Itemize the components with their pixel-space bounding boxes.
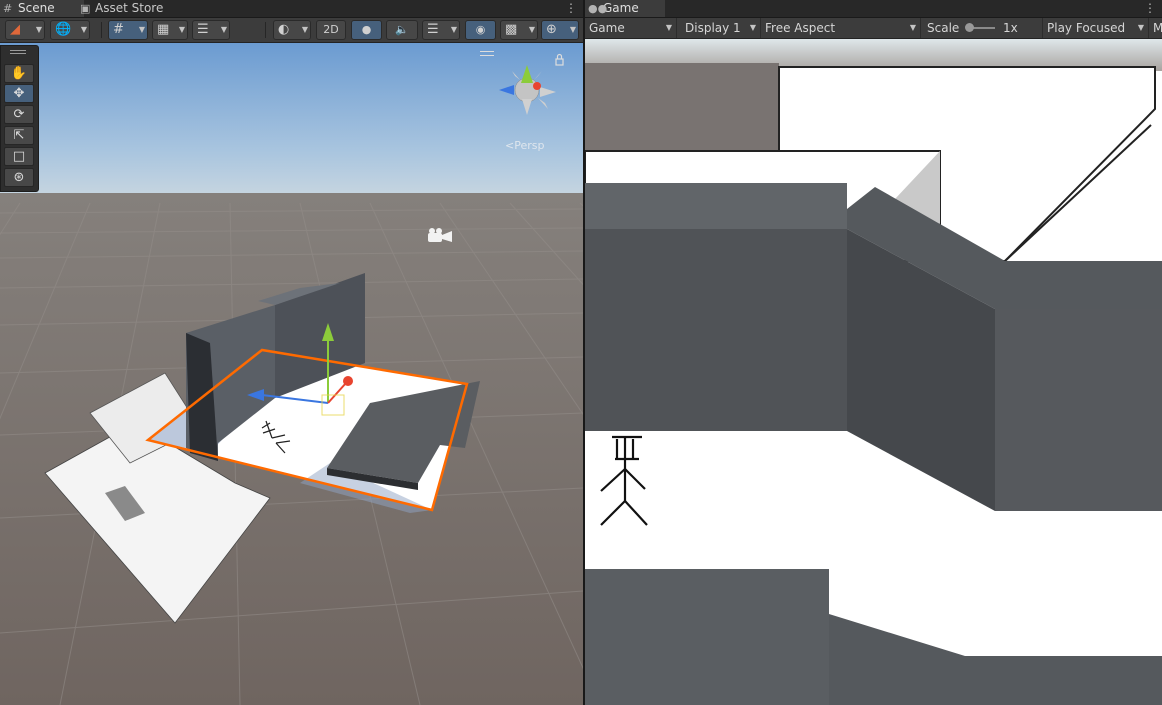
gizmo-globe-icon: ⊕ xyxy=(546,22,557,37)
drag-handle-icon[interactable] xyxy=(10,50,26,54)
grid-snap-toggle[interactable]: # ▼ xyxy=(108,20,148,40)
rotate-icon: ⟳ xyxy=(13,107,25,122)
game-tabbar: ●● Game ⋮ xyxy=(585,0,1162,18)
game-ground xyxy=(585,63,779,153)
eye-slash-icon: ◉ xyxy=(475,23,486,36)
overlay-drag-handle-icon[interactable] xyxy=(480,51,494,56)
rect-tool-button[interactable]: □ xyxy=(4,147,34,166)
rect-icon: □ xyxy=(12,149,26,164)
grid-hash-icon: # xyxy=(3,2,13,15)
globe-icon: 🌐 xyxy=(55,22,72,37)
scale-label: Scale xyxy=(927,21,960,35)
grid-visibility-dropdown[interactable]: ▦ ▼ xyxy=(152,20,188,40)
game-view-dropdown[interactable]: Game ▼ xyxy=(585,18,677,38)
more-options-icon[interactable]: ⋮ xyxy=(565,0,577,17)
lighting-toggle[interactable]: ● xyxy=(351,20,382,40)
game-dark-wall-right[interactable] xyxy=(995,309,1162,511)
tab-asset-store[interactable]: ▣ Asset Store xyxy=(77,0,187,17)
projection-label[interactable]: <Persp xyxy=(505,139,544,152)
gamepad-icon: ●● xyxy=(588,2,608,15)
scale-icon: ⇱ xyxy=(13,128,25,143)
game-panel: ●● Game ⋮ Game ▼ Display 1 ▼ Free Aspect ▼ … xyxy=(585,0,1162,705)
shopping-bag-icon: ▣ xyxy=(80,2,91,15)
tab-label: Game xyxy=(603,1,639,15)
chevron-down-icon: ▼ xyxy=(569,25,576,34)
increment-snap-dropdown[interactable]: ☰ ▼ xyxy=(192,20,230,40)
move-tool-button[interactable]: ✥ xyxy=(4,84,34,103)
play-mode-dropdown[interactable]: Play Focused ▼ xyxy=(1043,18,1149,38)
scene-panel: # Scene ▣ Asset Store ⋮ ◢ ▼ 🌐 ▼ # ▼ ▦ ▼ ☰ ▼ ◐… xyxy=(0,0,583,705)
grid-icon: ▦ xyxy=(157,22,170,37)
scale-control: Scale 1x xyxy=(923,18,1043,38)
chevron-down-icon: ▼ xyxy=(138,25,145,34)
toolbar-separator xyxy=(265,22,266,38)
more-options-icon[interactable]: ⋮ xyxy=(1144,0,1156,17)
scale-value: 1x xyxy=(1003,21,1018,35)
game-toolbar: Game ▼ Display 1 ▼ Free Aspect ▼ Scale 1x P… xyxy=(585,18,1162,39)
chevron-down-icon: ▼ xyxy=(1137,23,1144,32)
speaker-muted-icon: 🔈 xyxy=(395,23,409,36)
chevron-down-icon: ▼ xyxy=(80,25,87,34)
aspect-dropdown[interactable]: Free Aspect ▼ xyxy=(761,18,921,38)
light-bulb-icon: ● xyxy=(361,23,372,36)
x-axis-handle[interactable] xyxy=(343,376,353,386)
display-dropdown[interactable]: Display 1 ▼ xyxy=(681,18,761,38)
scene-toolbar: ◢ ▼ 🌐 ▼ # ▼ ▦ ▼ ☰ ▼ ◐ ▼ 2D ● 🔈 ☰ ▼ ◉ ▩ ▼… xyxy=(0,18,583,43)
game-dark-floor-block[interactable] xyxy=(585,569,829,705)
scale-tool-button[interactable]: ⇱ xyxy=(4,126,34,145)
scale-slider-thumb[interactable] xyxy=(965,23,974,32)
shading-sphere-dropdown[interactable]: ◐ ▼ xyxy=(273,20,311,40)
effects-dropdown[interactable]: ☰ ▼ xyxy=(422,20,460,40)
hand-tool-button[interactable]: ✋ xyxy=(4,64,34,83)
chevron-down-icon: ▼ xyxy=(301,25,308,34)
chevron-down-icon: ▼ xyxy=(450,25,457,34)
2d-toggle-button[interactable]: 2D xyxy=(316,20,346,40)
camera-icon: ▩ xyxy=(505,22,518,37)
tab-label: Asset Store xyxy=(95,1,164,15)
layers-icon: ☰ xyxy=(427,22,439,37)
chevron-down-icon: ▼ xyxy=(528,25,535,34)
gizmos-dropdown[interactable]: ⊕ ▼ xyxy=(541,20,579,40)
render-mode-dropdown[interactable]: 🌐 ▼ xyxy=(50,20,90,40)
game-dark-wall-left[interactable] xyxy=(585,229,847,431)
tab-scene[interactable]: # Scene xyxy=(0,0,84,17)
overflow-menu[interactable]: M xyxy=(1149,18,1162,38)
hand-icon: ✋ xyxy=(10,66,28,81)
tool-palette: ✋ ✥ ⟳ ⇱ □ ⊛ xyxy=(0,45,39,192)
sphere-icon: ◐ xyxy=(278,22,290,37)
toolbar-separator xyxy=(101,22,102,38)
move-arrows-icon: ✥ xyxy=(13,86,25,101)
tab-label: Scene xyxy=(18,1,55,15)
x-axis-cone-icon[interactable] xyxy=(533,82,541,90)
scene-viewport[interactable] xyxy=(0,43,583,705)
chevron-down-icon: ▼ xyxy=(178,25,185,34)
camera-dropdown[interactable]: ▩ ▼ xyxy=(500,20,538,40)
scene-tabbar: # Scene ▣ Asset Store ⋮ xyxy=(0,0,583,18)
draw-mode-dropdown[interactable]: ◢ ▼ xyxy=(5,20,45,40)
sky-background xyxy=(0,43,583,198)
chevron-down-icon: ▼ xyxy=(220,25,227,34)
grid-snap-icon: # xyxy=(113,22,124,37)
game-dark-top xyxy=(585,183,847,229)
chevron-down-icon: ▼ xyxy=(665,23,672,32)
shading-mode-icon: ◢ xyxy=(10,22,20,37)
tab-game[interactable]: ●● Game xyxy=(585,0,665,17)
chevron-down-icon: ▼ xyxy=(749,23,756,32)
arrow-left-icon: < xyxy=(505,139,515,152)
chevron-down-icon: ▼ xyxy=(35,25,42,34)
audio-toggle[interactable]: 🔈 xyxy=(386,20,418,40)
rotate-tool-button[interactable]: ⟳ xyxy=(4,105,34,124)
game-viewport[interactable] xyxy=(585,39,1162,705)
chevron-down-icon: ▼ xyxy=(909,23,916,32)
ruler-icon: ☰ xyxy=(197,22,209,37)
transform-icon: ⊛ xyxy=(13,170,25,185)
transform-tool-button[interactable]: ⊛ xyxy=(4,168,34,187)
scene-visibility-toggle[interactable]: ◉ xyxy=(465,20,496,40)
